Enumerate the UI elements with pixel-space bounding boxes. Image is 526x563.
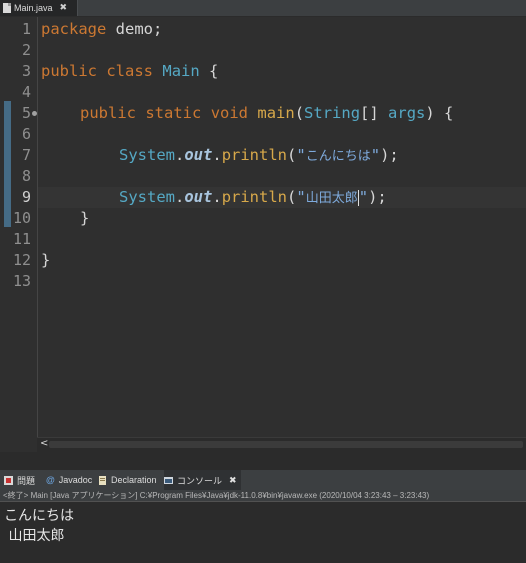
code-line-9: System.out.println("山田太郎"); [119, 187, 387, 208]
line-number: 7 [21, 146, 31, 164]
class-name: Main [162, 62, 200, 80]
console-icon [164, 476, 173, 484]
class-name: System [119, 188, 175, 206]
code-line-10: } [80, 208, 89, 229]
brace: } [80, 209, 90, 227]
line-number-gutter: 1 2 3 4 5 6 7 8 9 10 11 12 13 [0, 17, 37, 452]
bottom-panel: 問題 @ Javadoc Declaration コンソール ✖ <終了> Ma… [0, 470, 526, 563]
tab-label: Javadoc [58, 475, 93, 485]
tab-console[interactable]: コンソール ✖ [164, 470, 241, 490]
tab-main-java[interactable]: Main.java ✖ [0, 0, 78, 16]
line-number: 11 [12, 230, 31, 248]
quote: " [296, 146, 306, 164]
method-name: main [257, 104, 295, 122]
string-literal: こんにちは [305, 149, 371, 164]
keyword: static [145, 104, 202, 122]
field-name: out [184, 146, 213, 164]
paren: ); [368, 188, 387, 206]
line-number: 8 [21, 167, 31, 185]
line-number: 4 [21, 83, 31, 101]
tab-label: Main.java [14, 3, 53, 13]
keyword: public [80, 104, 136, 122]
tab-label: コンソール [177, 475, 223, 486]
horizontal-scrollbar[interactable]: < [37, 437, 526, 452]
console-output[interactable]: こんにちは 山田太郎 [0, 503, 526, 563]
javadoc-icon: @ [46, 475, 55, 485]
code-area[interactable]: package demo; public class Main { public… [37, 17, 526, 452]
line-number: 12 [12, 251, 31, 269]
brace: } [41, 251, 51, 269]
keyword: package [41, 20, 107, 38]
dot: . [212, 188, 222, 206]
declaration-icon [99, 475, 106, 485]
line-number: 13 [12, 272, 31, 290]
brace: { [199, 62, 219, 80]
line-number: 1 [21, 20, 31, 38]
keyword: void [210, 104, 249, 122]
console-line: 山田太郎 [4, 528, 65, 544]
keyword: class [106, 62, 154, 80]
line-number: 6 [21, 125, 31, 143]
quote: " [296, 188, 306, 206]
tab-problems[interactable]: 問題 [4, 470, 35, 490]
line-number: 5 [21, 104, 31, 122]
paren: ); [380, 146, 399, 164]
code-line-5: public static void main(String[] args) { [80, 103, 453, 124]
dot: . [175, 188, 185, 206]
class-name: System [119, 146, 175, 164]
quote: " [358, 188, 369, 206]
tab-declaration[interactable]: Declaration [98, 470, 157, 490]
quote: " [370, 146, 381, 164]
package-name: demo; [106, 20, 163, 38]
code-editor[interactable]: 1 2 3 4 5 6 7 8 9 10 11 12 13 package de… [0, 17, 526, 452]
console-status-bar: <終了> Main [Java アプリケーション] C:¥Program Fil… [0, 490, 526, 502]
scrollbar-thumb[interactable] [49, 441, 523, 448]
field-name: out [184, 188, 213, 206]
paren: ( [287, 146, 297, 164]
line-number: 2 [21, 41, 31, 59]
close-icon[interactable]: ✖ [60, 3, 68, 13]
line-number: 10 [12, 209, 31, 227]
paren: ( [287, 188, 297, 206]
code-line-7: System.out.println("こんにちは"); [119, 145, 399, 166]
code-line-3: public class Main { [41, 61, 218, 82]
editor-tab-bar: Main.java ✖ [0, 0, 526, 17]
close-icon[interactable]: ✖ [229, 475, 237, 486]
keyword: public [41, 62, 97, 80]
java-file-icon [3, 3, 11, 13]
string-literal: 山田太郎 [305, 191, 358, 206]
tab-label: 問題 [17, 475, 36, 486]
tab-javadoc[interactable]: @ Javadoc [46, 470, 92, 490]
code-line-1: package demo; [41, 19, 162, 40]
line-number: 9 [21, 188, 31, 206]
scroll-left-icon[interactable]: < [40, 438, 48, 449]
panel-tab-bar: 問題 @ Javadoc Declaration コンソール ✖ [0, 470, 526, 490]
console-line: こんにちは [4, 508, 74, 524]
paren: ( [294, 104, 305, 122]
dot: . [212, 146, 222, 164]
type-name: String [304, 104, 361, 122]
array-brackets: [] [360, 104, 389, 122]
paren: ) { [425, 104, 454, 122]
line-number: 3 [21, 62, 31, 80]
code-line-12: } [41, 250, 50, 271]
dot: . [175, 146, 185, 164]
param-name: args [388, 104, 426, 122]
method-name: println [221, 188, 288, 206]
problems-icon [4, 475, 13, 485]
method-name: println [221, 146, 288, 164]
tab-label: Declaration [111, 475, 157, 485]
